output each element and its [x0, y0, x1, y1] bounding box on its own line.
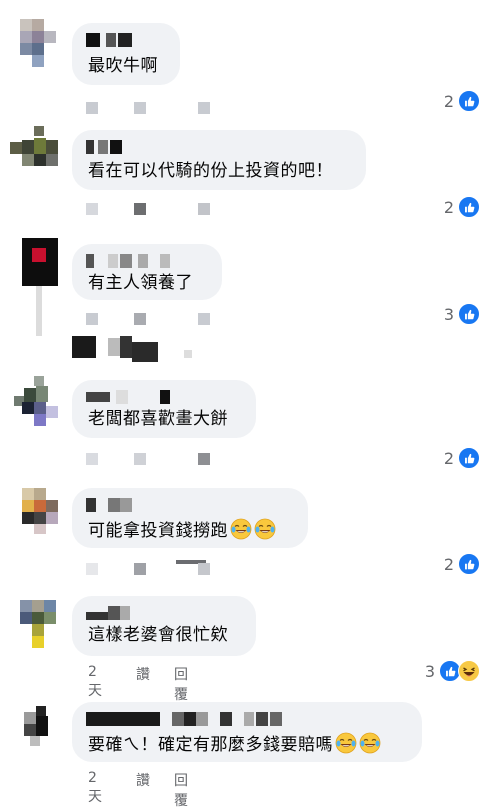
- comment-time[interactable]: 2天: [88, 770, 102, 806]
- tears-of-joy-emoji: [254, 518, 276, 540]
- comment-text: 可能拿投資錢撈跑: [88, 518, 276, 542]
- like-icon: [458, 447, 480, 469]
- comment-bubble: 看在可以代騎的份上投資的吧！: [72, 130, 366, 190]
- comment-text-content: 可能拿投資錢撈跑: [88, 521, 228, 541]
- avatar[interactable]: [10, 122, 62, 178]
- like-icon: [458, 303, 480, 325]
- reply-button[interactable]: 回覆: [174, 770, 188, 810]
- comment-bubble: 有主人領養了: [72, 244, 222, 300]
- comment-text: 這樣老婆會很忙欸: [88, 625, 228, 645]
- tears-of-joy-emoji: [335, 732, 357, 754]
- reaction-summary[interactable]: 2: [444, 446, 480, 470]
- reaction-count: 3: [424, 661, 435, 681]
- reaction-count: 2: [443, 554, 454, 574]
- reaction-count: 3: [443, 304, 454, 324]
- comment-bubble: 可能拿投資錢撈跑: [72, 488, 308, 548]
- avatar[interactable]: [10, 234, 62, 336]
- reaction-summary[interactable]: 2: [444, 195, 480, 219]
- like-button[interactable]: 讚: [136, 770, 150, 790]
- comment-time[interactable]: 2天: [88, 664, 102, 700]
- like-icon: [458, 90, 480, 112]
- comment-bubble: 這樣老婆會很忙欸: [72, 596, 256, 656]
- comment-text: 要確ㄟ！確定有那麼多錢要賠嗎: [88, 732, 381, 756]
- reaction-count: 2: [443, 448, 454, 468]
- tears-of-joy-emoji: [359, 732, 381, 754]
- tears-of-joy-emoji: [230, 518, 252, 540]
- blurred-reply-preview[interactable]: [72, 336, 192, 364]
- comment-bubble: 要確ㄟ！確定有那麼多錢要賠嗎: [72, 702, 422, 762]
- avatar[interactable]: [10, 15, 62, 71]
- comment-text: 有主人領養了: [88, 273, 193, 293]
- avatar[interactable]: [10, 484, 62, 540]
- reaction-summary[interactable]: 2: [444, 552, 480, 576]
- like-icon: [458, 553, 480, 575]
- avatar[interactable]: [10, 374, 62, 430]
- comment-bubble: 最吹牛啊: [72, 23, 180, 85]
- reaction-summary[interactable]: 2: [444, 89, 480, 113]
- comment-text: 老闆都喜歡畫大餅: [88, 409, 228, 429]
- comment-bubble: 老闆都喜歡畫大餅: [72, 380, 256, 438]
- haha-icon: [458, 660, 480, 682]
- reaction-count: 2: [443, 197, 454, 217]
- reaction-count: 2: [443, 91, 454, 111]
- avatar[interactable]: [10, 592, 62, 648]
- comment-text: 最吹牛啊: [88, 56, 158, 76]
- reply-button[interactable]: 回覆: [174, 664, 188, 704]
- reaction-summary[interactable]: 3: [425, 659, 480, 683]
- like-icon: [458, 196, 480, 218]
- avatar[interactable]: [10, 700, 62, 756]
- like-button[interactable]: 讚: [136, 664, 150, 684]
- comment-text-content: 要確ㄟ！確定有那麼多錢要賠嗎: [88, 735, 333, 755]
- reaction-summary[interactable]: 3: [444, 302, 480, 326]
- comment-text: 看在可以代騎的份上投資的吧！: [88, 161, 333, 181]
